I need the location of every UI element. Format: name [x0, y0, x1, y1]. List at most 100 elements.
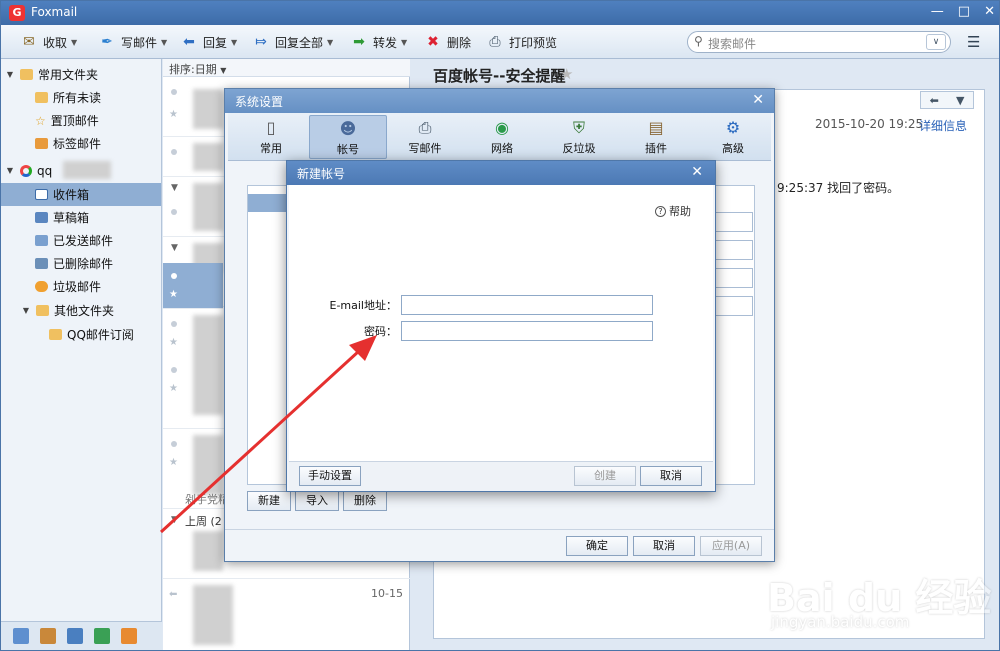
search-box[interactable]: ⚲ 搜索邮件 ∨ — [687, 31, 951, 53]
password-field[interactable] — [401, 321, 653, 341]
tab-account[interactable]: ☻ 帐号 — [309, 115, 387, 159]
sidebar-item-label: 草稿箱 — [53, 211, 90, 225]
tab-network[interactable]: ◉ 网络 — [463, 115, 541, 159]
other-folders-header[interactable]: ▼ 其他文件夹 — [1, 299, 161, 322]
tab-advanced[interactable]: ⚙ 高级 — [694, 115, 772, 159]
sidebar-item-sent[interactable]: 已发送邮件 — [1, 229, 161, 252]
dialog-footer: 手动设置 创建 取消 — [289, 461, 713, 491]
chevron-down-icon: ▼ — [71, 37, 78, 47]
sidebar-item-deleted[interactable]: 已删除邮件 — [1, 252, 161, 275]
tab-plugins[interactable]: ▤ 插件 — [617, 115, 695, 159]
reply-arrow-icon[interactable]: ⬅ — [930, 94, 939, 107]
tab-label: 写邮件 — [408, 142, 442, 155]
unread-dot-icon — [171, 209, 177, 215]
compose-button[interactable]: ✒ 写邮件 ▼ — [97, 30, 167, 54]
delete-account-button[interactable]: 删除 — [343, 491, 387, 511]
chevron-down-icon[interactable]: ▼ — [956, 94, 964, 107]
reply-label: 回复 — [203, 35, 228, 50]
item-date: 10-15 — [371, 587, 403, 600]
foxmail-window: G Foxmail — □ ✕ ✉ 收取 ▼ ✒ 写邮件 ▼ ⬅ 回复 ▼ ⤇ … — [0, 0, 1000, 651]
tab-compose[interactable]: ⎙ 写邮件 — [386, 115, 464, 159]
expand-triangle-icon: ▼ — [6, 70, 14, 79]
detail-link[interactable]: 详细信息 — [919, 117, 967, 134]
create-button[interactable]: 创建 — [574, 466, 636, 486]
star-icon[interactable]: ★ — [169, 109, 178, 120]
rss-icon[interactable] — [121, 628, 137, 644]
star-icon[interactable]: ★ — [169, 337, 178, 348]
blurred-content — [193, 183, 223, 231]
star-icon[interactable]: ★ — [169, 383, 178, 394]
delete-button[interactable]: ✖ 删除 — [423, 30, 471, 54]
sidebar-item-pinned[interactable]: ☆ 置顶邮件 — [1, 109, 161, 132]
expand-triangle-icon: ▼ — [6, 166, 14, 175]
collapse-triangle-icon: ▼ — [171, 515, 178, 525]
account-list[interactable] — [248, 186, 288, 484]
sidebar-item-inbox[interactable]: 收件箱 — [1, 183, 161, 206]
import-button[interactable]: 导入 — [295, 491, 339, 511]
delete-label: 删除 — [447, 35, 472, 50]
sidebar-item-label: 已删除邮件 — [53, 257, 114, 271]
unread-dot-icon — [171, 441, 177, 447]
search-options-button[interactable]: ∨ — [926, 34, 946, 50]
contacts-icon[interactable] — [40, 628, 56, 644]
common-folders-header[interactable]: ▼ 常用文件夹 — [1, 63, 161, 86]
baidu-jingyan-watermark: Bai du 经验 jingyan.baidu.com — [767, 567, 997, 647]
quick-reply-buttons[interactable]: ⬅ ▼ — [920, 91, 974, 109]
reply-arrow-icon: ⬅ — [183, 34, 195, 50]
search-placeholder: 搜索邮件 — [708, 37, 757, 51]
sidebar-item-drafts[interactable]: 草稿箱 — [1, 206, 161, 229]
apply-button[interactable]: 应用(A) — [700, 536, 762, 556]
close-icon[interactable]: ✕ — [752, 92, 764, 108]
tab-label: 常用 — [260, 142, 282, 155]
notes-icon[interactable] — [94, 628, 110, 644]
star-icon[interactable]: ★ — [169, 457, 178, 468]
receive-button[interactable]: ✉ 收取 ▼ — [19, 30, 77, 54]
star-icon[interactable]: ★ — [169, 289, 178, 300]
list-item[interactable]: ⬅ 10-15 — [163, 579, 410, 650]
shield-icon: ⛨ — [572, 118, 585, 137]
sidebar-item-unread[interactable]: 所有未读 — [1, 86, 161, 109]
tab-label: 高级 — [722, 142, 744, 155]
phone-icon: ▯ — [266, 118, 276, 137]
printer-icon: ⎙ — [418, 118, 432, 137]
minimize-button[interactable]: — — [931, 4, 944, 19]
sidebar-item-spam[interactable]: 垃圾邮件 — [1, 275, 161, 298]
new-account-button[interactable]: 新建 — [247, 491, 291, 511]
sort-bar[interactable]: 排序:日期 ▼ — [163, 59, 410, 77]
mail-subject: 百度帐号--安全提醒 — [433, 67, 566, 85]
close-icon[interactable]: ✕ — [691, 164, 703, 180]
selected-list-item[interactable]: ★ — [163, 263, 223, 309]
help-link[interactable]: ? 帮助 — [655, 203, 691, 219]
reply-button[interactable]: ⬅ 回复 ▼ — [179, 30, 237, 54]
calendar-icon[interactable] — [67, 628, 83, 644]
print-preview-button[interactable]: ⎙ 打印预览 — [485, 30, 557, 54]
other-folders-label: 其他文件夹 — [54, 304, 115, 318]
dialog-body: ? 帮助 E-mail地址： 密码： — [289, 185, 713, 461]
account-header[interactable]: ▼ qq — [1, 159, 161, 182]
tag-icon — [35, 138, 48, 149]
manual-setup-button[interactable]: 手动设置 — [299, 466, 361, 486]
common-folders-label: 常用文件夹 — [38, 68, 99, 82]
tab-antispam[interactable]: ⛨ 反垃圾 — [540, 115, 618, 159]
mail-date: 2015-10-20 19:25 — [815, 117, 924, 131]
menu-icon[interactable]: ☰ — [967, 33, 980, 51]
forward-button[interactable]: ➡ 转发 ▼ — [349, 30, 407, 54]
ok-button[interactable]: 确定 — [566, 536, 628, 556]
compose-label: 写邮件 — [121, 35, 158, 50]
close-button[interactable]: ✕ — [984, 4, 995, 19]
maximize-button[interactable]: □ — [958, 4, 970, 19]
cancel-button[interactable]: 取消 — [633, 536, 695, 556]
bottom-dock — [1, 621, 162, 650]
mail-view-icon[interactable] — [13, 628, 29, 644]
cancel-button[interactable]: 取消 — [640, 466, 702, 486]
sidebar-item-tagged[interactable]: 标签邮件 — [1, 132, 161, 155]
selected-account-row[interactable] — [248, 194, 287, 212]
spam-icon — [35, 281, 48, 292]
tab-general[interactable]: ▯ 常用 — [232, 115, 310, 159]
sidebar-item-qq-subscription[interactable]: QQ邮件订阅 — [1, 323, 161, 346]
search-icon: ⚲ — [694, 34, 703, 48]
reply-all-button[interactable]: ⤇ 回复全部 ▼ — [251, 30, 333, 54]
star-icon[interactable]: ★ — [560, 65, 573, 83]
email-field[interactable] — [401, 295, 653, 315]
sidebar-item-label: 标签邮件 — [53, 137, 102, 151]
